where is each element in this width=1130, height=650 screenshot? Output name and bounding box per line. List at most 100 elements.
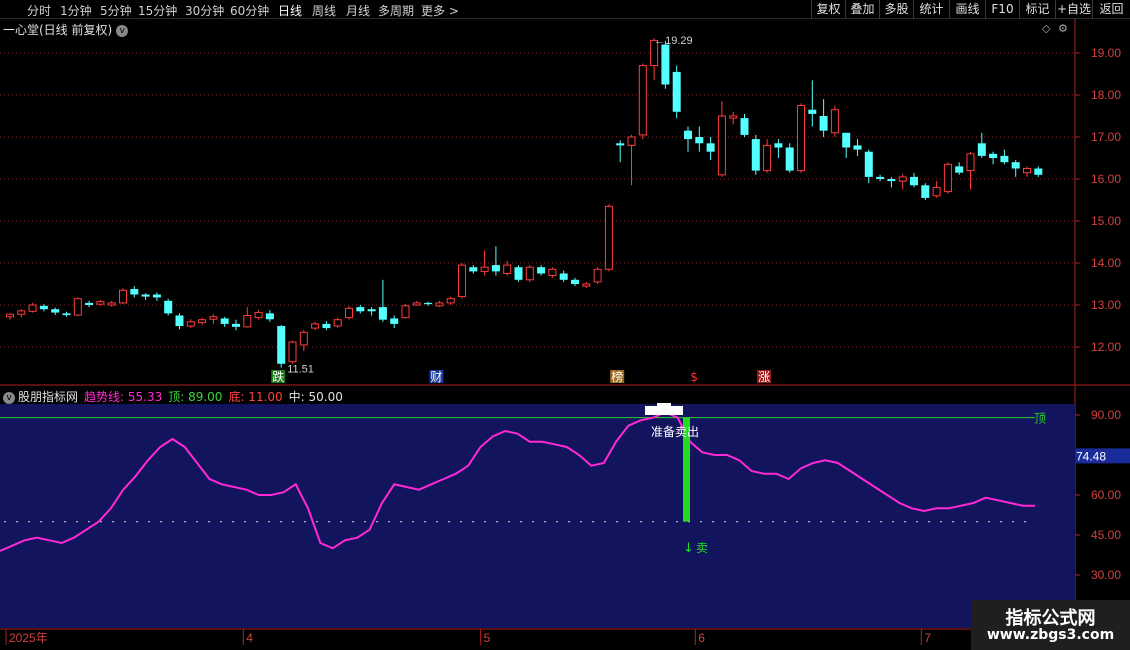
candle-body-up	[446, 298, 455, 304]
candle-body-up	[638, 65, 647, 136]
candle-body-down	[672, 71, 681, 112]
mid-level-dot	[808, 520, 810, 523]
candle-body-up	[763, 144, 772, 172]
watermark-text-2: www.zbgs3.com	[986, 627, 1115, 643]
mid-level-dot	[652, 520, 654, 523]
candle-body-down	[85, 302, 94, 305]
candle-body-down	[277, 326, 286, 364]
price-tick-label: 15.00	[1091, 214, 1121, 228]
candle-body-down	[559, 273, 568, 280]
price-tick-label: 12.00	[1091, 340, 1121, 354]
top-level-label: 顶	[1034, 412, 1046, 426]
x-axis-label: 2025年	[9, 631, 48, 645]
candle-body-up	[17, 310, 26, 315]
mid-level-dot	[352, 520, 354, 523]
mid-level-dot	[628, 520, 630, 523]
x-axis-label: 5	[484, 631, 491, 645]
mid-level-dot	[472, 520, 474, 523]
candle-body-down	[864, 151, 873, 177]
price-tick-label: 19.00	[1091, 46, 1121, 60]
candle-body-up	[503, 264, 512, 275]
mid-level-dot	[256, 520, 258, 523]
candle-body-down	[1000, 155, 1009, 163]
candle-body-down	[571, 279, 579, 284]
mid-level-dot	[940, 520, 942, 523]
candle-body-down	[661, 44, 670, 85]
indicator-panel-bg	[0, 404, 1075, 628]
high-price-annotation: ←19.29	[654, 35, 693, 47]
candle-body-up	[243, 315, 252, 328]
candle-body-up	[932, 186, 941, 197]
mid-level-dot	[676, 520, 678, 523]
mid-level-dot	[736, 520, 738, 523]
mid-level-dot	[748, 520, 750, 523]
ready-sell-label: 准备卖出	[651, 425, 699, 439]
mid-level-dot	[376, 520, 378, 523]
candle-body-down	[616, 143, 625, 146]
mid-level-dot	[244, 520, 246, 523]
candle-body-down	[141, 294, 150, 297]
mid-level-dot	[520, 520, 522, 523]
candle-body-down	[424, 302, 433, 305]
candle-body-down	[921, 185, 930, 198]
candle-body-up	[830, 109, 839, 134]
candle-body-up	[288, 341, 297, 363]
mid-level-dot	[280, 520, 282, 523]
candle-body-down	[785, 147, 794, 171]
candle-body-down	[684, 130, 692, 140]
mid-level-dot	[592, 520, 594, 523]
mid-level-dot	[40, 520, 42, 523]
mid-level-dot	[340, 520, 342, 523]
mid-level-dot	[988, 520, 990, 523]
candle-body-up	[797, 105, 805, 172]
indicator-tick-label: 30.00	[1091, 568, 1121, 582]
candle-body-down	[695, 137, 704, 144]
mid-level-dot	[148, 520, 150, 523]
mid-level-dot	[436, 520, 438, 523]
candle-body-down	[887, 179, 896, 182]
watermark-logo: 指标公式网 www.zbgs3.com	[971, 600, 1130, 650]
candle-body-up	[198, 319, 207, 324]
candle-body-up	[525, 266, 534, 281]
sell-label: 卖	[696, 541, 708, 555]
x-axis-label: 4	[246, 631, 253, 645]
candle-body-up	[593, 268, 602, 283]
mid-level-dot	[760, 520, 762, 523]
candle-body-up	[480, 266, 489, 272]
mid-level-dot	[724, 520, 726, 523]
candle-body-down	[876, 176, 885, 179]
candle-body-down	[39, 305, 48, 310]
mid-level-dot	[28, 520, 30, 523]
mid-level-dot	[928, 520, 930, 523]
mid-level-dot	[52, 520, 54, 523]
candle-body-down	[819, 116, 828, 131]
low-price-annotation: 11.51	[287, 364, 314, 376]
mid-level-dot	[892, 520, 894, 523]
candle-body-up	[627, 136, 636, 146]
candle-body-up	[28, 304, 37, 312]
price-tick-label: 13.00	[1091, 298, 1121, 312]
mid-level-dot	[964, 520, 966, 523]
candle-body-up	[458, 264, 466, 298]
indicator-tick-label: 90.00	[1091, 408, 1121, 422]
candle-body-down	[853, 145, 862, 150]
event-mark-label: 跌	[272, 369, 284, 384]
candle-body-down	[130, 289, 139, 295]
mid-level-dot	[1012, 520, 1014, 523]
price-tick-label: 18.00	[1091, 88, 1121, 102]
mid-level-dot	[856, 520, 858, 523]
mid-level-dot	[880, 520, 882, 523]
mid-level-dot	[904, 520, 906, 523]
mid-level-dot	[136, 520, 138, 523]
x-axis-label: 6	[698, 631, 705, 645]
price-tick-label: 16.00	[1091, 172, 1121, 186]
mid-level-dot	[640, 520, 642, 523]
candle-body-up	[345, 307, 353, 319]
candle-body-down	[491, 265, 500, 272]
mid-level-dot	[208, 520, 210, 523]
mid-level-dot	[496, 520, 498, 523]
candle-body-down	[740, 118, 749, 135]
mid-level-dot	[448, 520, 450, 523]
candle-body-down	[774, 143, 783, 148]
mid-level-dot	[412, 520, 414, 523]
